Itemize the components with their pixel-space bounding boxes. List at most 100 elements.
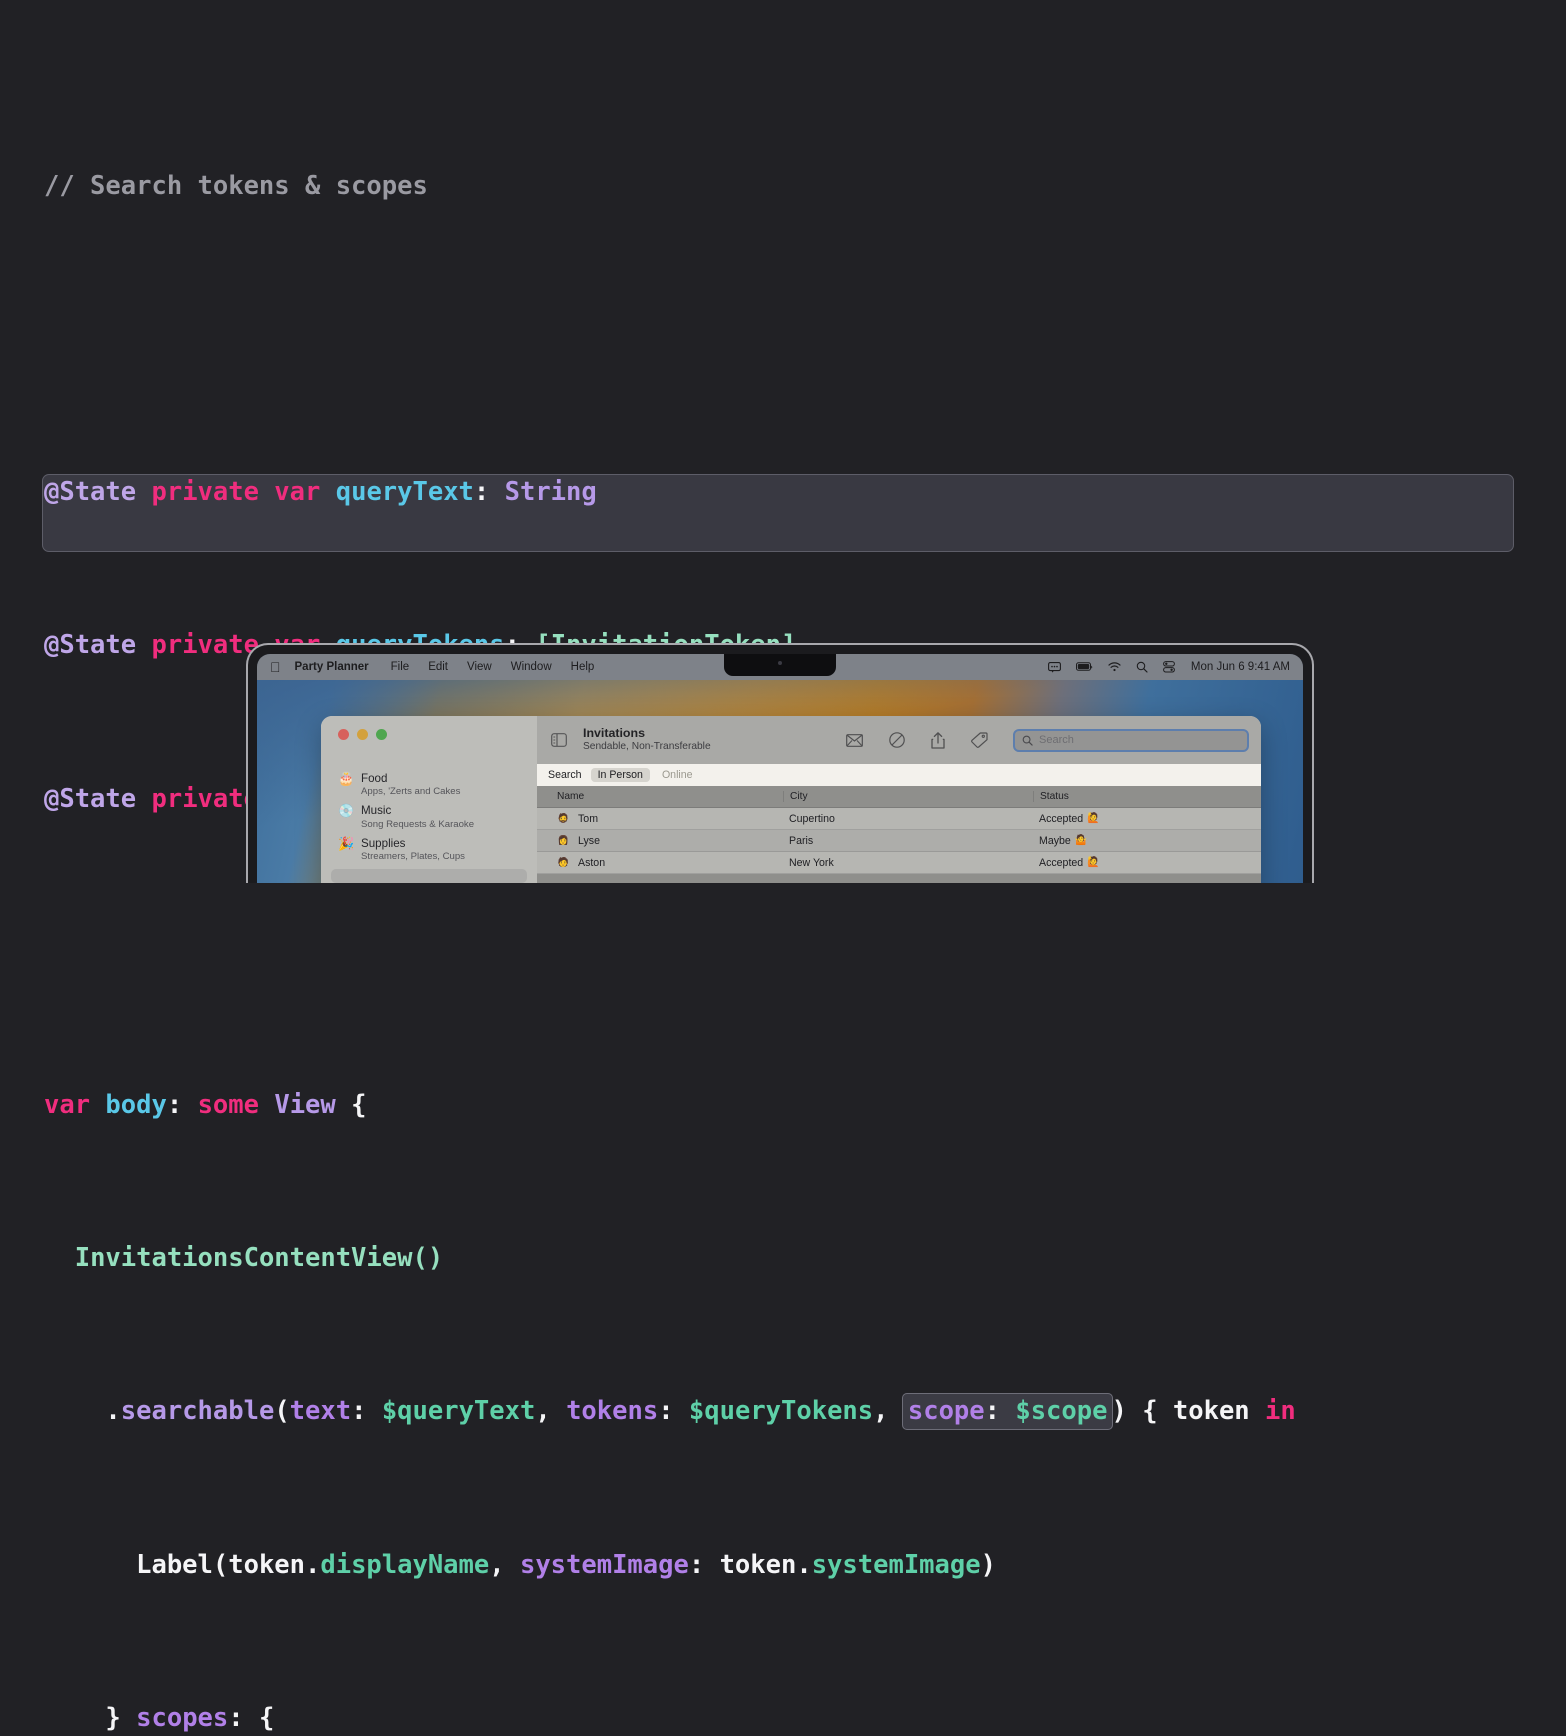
cake-icon: 🎂 (338, 771, 355, 786)
colon: : (658, 1396, 689, 1427)
traffic-lights (338, 729, 387, 740)
sidebar-item-music[interactable]: 💿 Music Song Requests & Karaoke (321, 801, 537, 833)
column-header-city[interactable]: City (783, 791, 1033, 802)
brace-close: } (105, 1702, 121, 1733)
brace-open: : { (228, 1702, 275, 1733)
keyword-var: var (44, 1090, 91, 1121)
scope-bar: Search In Person Online (537, 764, 1261, 786)
comma: , (873, 1396, 904, 1427)
dot: . (105, 1396, 121, 1427)
keyword-some: some (197, 1090, 259, 1121)
sidebar-item-supplies-text: Supplies Streamers, Plates, Cups (361, 837, 465, 863)
status-text: Accepted (1039, 856, 1084, 869)
messages-icon[interactable] (1047, 661, 1061, 673)
menubar-clock[interactable]: Mon Jun 6 9:41 AM (1191, 661, 1290, 673)
member-systemimage: systemImage (811, 1549, 981, 1580)
minimize-button[interactable] (357, 729, 368, 740)
status-text: Maybe (1039, 834, 1071, 847)
sp (1250, 1396, 1265, 1426)
menubar-app-name[interactable]: Party Planner (295, 661, 369, 673)
app-window-body: 🎂 Food Apps, 'Zerts and Cakes 💿 Music So… (321, 764, 1261, 883)
code-line-blank-2 (44, 933, 1296, 971)
scope-argument-highlight: scope: $scope (901, 1393, 1114, 1431)
control-center-icon[interactable] (1163, 661, 1175, 673)
prop-querytext: queryText (335, 477, 474, 508)
menubar-item-edit[interactable]: Edit (428, 661, 448, 673)
member-displayname: displayName (320, 1549, 490, 1580)
code-line-contentview: InvitationsContentView() (44, 1239, 1296, 1277)
arg-value-querytext: $queryText (381, 1396, 536, 1427)
comma: , (489, 1549, 520, 1580)
arg-label-systemimage: systemImage (519, 1549, 689, 1580)
table-row[interactable]: 👩 Lyse Paris Maybe 🤷 (537, 830, 1261, 852)
sidebar-item-title: Supplies (361, 836, 406, 850)
toolbar-search-field[interactable]: Search (1013, 728, 1249, 752)
cell-city: Paris (789, 834, 814, 847)
tag-icon[interactable] (971, 732, 988, 748)
sidebar-item-selected[interactable] (331, 869, 527, 883)
row-name-text: Lyse (578, 834, 600, 847)
sidebar-titlebar-area (321, 716, 537, 764)
share-icon[interactable] (931, 731, 945, 749)
search-icon[interactable] (1136, 661, 1148, 673)
brace-open: { (351, 1090, 367, 1121)
arg-label-scopes: scopes (136, 1702, 229, 1733)
cell-city: New York (789, 856, 834, 869)
closure-open: { token (1142, 1396, 1250, 1427)
menubar-item-help[interactable]: Help (571, 661, 595, 673)
cell-name: 👩 Lyse (537, 834, 783, 847)
sidebar-item-subtitle: Streamers, Plates, Cups (361, 851, 465, 863)
apple-icon[interactable]:  (270, 660, 281, 674)
paren-close: ) (1111, 1396, 1127, 1427)
close-button[interactable] (338, 729, 349, 740)
disc-icon: 💿 (338, 803, 355, 819)
sidebar-item-subtitle: Apps, 'Zerts and Cakes (361, 786, 461, 798)
colon: : (351, 1396, 382, 1427)
scope-bar-label: Search (548, 769, 582, 781)
table-row[interactable]: 🧑 Aston New York Accepted 🙋 (537, 852, 1261, 874)
table-row[interactable]: 🧔 Tom Cupertino Accepted 🙋 (537, 808, 1261, 830)
arg-label-scope: scope (907, 1396, 985, 1427)
party-popper-icon: 🎉 (338, 835, 355, 851)
code-line-searchable: .searchable(text: $queryText, tokens: $q… (44, 1392, 1296, 1431)
sp (259, 1090, 274, 1120)
sp (1127, 1396, 1142, 1426)
app-toolbar: Invitations Sendable, Non-Transferable S… (537, 716, 1261, 764)
column-header-name[interactable]: Name (537, 791, 783, 802)
arg-label-tokens: tokens (566, 1396, 659, 1427)
scope-tab-online[interactable]: Online (659, 768, 696, 782)
row-name-text: Tom (578, 812, 599, 825)
column-header-status[interactable]: Status (1033, 791, 1261, 802)
paren-open: ( (274, 1396, 290, 1427)
app-window: Invitations Sendable, Non-Transferable S… (321, 716, 1261, 883)
row-name-text: Aston (578, 856, 606, 869)
table-header: Name City Status (537, 786, 1261, 808)
cell-city: Cupertino (789, 812, 835, 825)
sidebar-toggle-icon[interactable] (551, 733, 567, 747)
avatar: 🧑 (557, 857, 570, 867)
code-line-body: var body: some View { (44, 1086, 1296, 1124)
wifi-icon[interactable] (1108, 662, 1121, 672)
sidebar-item-supplies[interactable]: 🎉 Supplies Streamers, Plates, Cups (321, 834, 537, 866)
search-placeholder: Search (1039, 734, 1074, 746)
zoom-button[interactable] (376, 729, 387, 740)
menubar-item-file[interactable]: File (391, 661, 410, 673)
sidebar-item-food[interactable]: 🎂 Food Apps, 'Zerts and Cakes (321, 769, 537, 801)
colon: : (688, 1549, 720, 1580)
menubar-item-window[interactable]: Window (511, 661, 552, 673)
call-searchable: searchable (120, 1396, 275, 1427)
status-text: Accepted (1039, 812, 1084, 825)
token-ref: token. (719, 1549, 812, 1580)
sp (121, 1703, 136, 1733)
brace (336, 1090, 351, 1120)
block-icon[interactable] (889, 732, 905, 748)
camera-icon (778, 661, 782, 665)
menubar-item-view[interactable]: View (467, 661, 492, 673)
mail-icon[interactable] (846, 733, 863, 747)
scope-tab-in-person[interactable]: In Person (590, 768, 650, 782)
battery-icon[interactable] (1075, 662, 1093, 672)
